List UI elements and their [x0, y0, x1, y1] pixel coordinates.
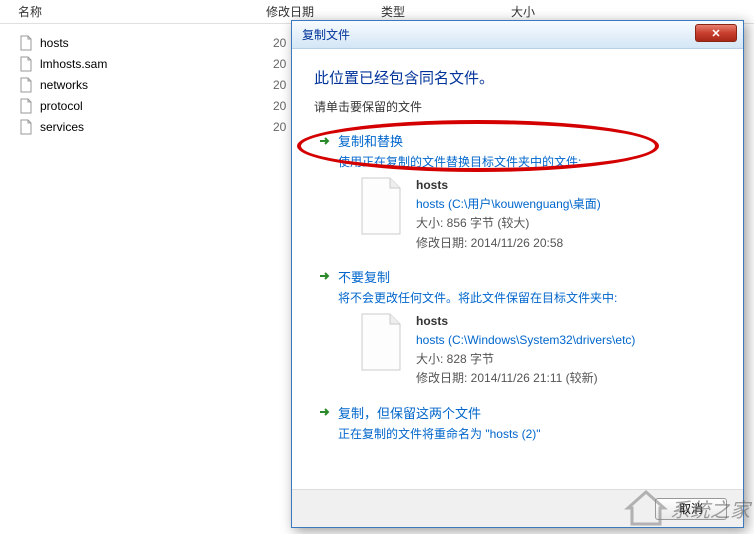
- option-title: 不要复制: [338, 267, 390, 286]
- option-keep-both[interactable]: 复制，但保留这两个文件 正在复制的文件将重命名为 "hosts (2)": [314, 403, 721, 442]
- option-dont-copy[interactable]: 不要复制 将不会更改任何文件。将此文件保留在目标文件夹中: hosts host…: [314, 267, 721, 389]
- option-desc: 将不会更改任何文件。将此文件保留在目标文件夹中:: [338, 289, 721, 306]
- close-button[interactable]: ✕: [695, 24, 737, 42]
- watermark: 系统之家: [624, 488, 750, 528]
- column-date[interactable]: 修改日期: [266, 3, 381, 20]
- dst-path: hosts (C:\Windows\System32\drivers\etc): [416, 331, 635, 350]
- arrow-right-icon: [318, 269, 332, 283]
- file-name: protocol: [40, 99, 83, 113]
- dst-size: 大小: 828 字节: [416, 350, 635, 369]
- arrow-right-icon: [318, 134, 332, 148]
- dialog-body: 此位置已经包含同名文件。 请单击要保留的文件 复制和替换 使用正在复制的文件替换…: [292, 49, 743, 489]
- dst-filename: hosts: [416, 312, 635, 331]
- src-filename: hosts: [416, 176, 601, 195]
- file-name: hosts: [40, 36, 69, 50]
- dialog-subtext: 请单击要保留的文件: [314, 98, 721, 115]
- dialog-titlebar[interactable]: 复制文件 ✕: [292, 21, 743, 49]
- src-path: hosts (C:\用户\kouwenguang\桌面): [416, 195, 601, 214]
- option-desc: 使用正在复制的文件替换目标文件夹中的文件:: [338, 153, 721, 170]
- watermark-text: 系统之家: [670, 494, 750, 523]
- option-copy-replace[interactable]: 复制和替换 使用正在复制的文件替换目标文件夹中的文件: hosts hosts …: [314, 131, 721, 253]
- file-name: networks: [40, 78, 88, 92]
- arrow-right-icon: [318, 405, 332, 419]
- copy-file-dialog: 复制文件 ✕ 此位置已经包含同名文件。 请单击要保留的文件 复制和替换 使用正在…: [291, 20, 744, 528]
- document-icon: [356, 312, 406, 372]
- column-name[interactable]: 名称: [0, 3, 266, 20]
- file-icon: [18, 35, 34, 51]
- file-date: 20: [273, 36, 286, 50]
- file-icon: [18, 56, 34, 72]
- document-icon: [356, 176, 406, 236]
- column-size[interactable]: 大小: [511, 3, 611, 20]
- file-icon: [18, 98, 34, 114]
- file-icon: [18, 77, 34, 93]
- file-icon: [18, 119, 34, 135]
- file-name: lmhosts.sam: [40, 57, 107, 71]
- option-title: 复制，但保留这两个文件: [338, 403, 481, 422]
- house-icon: [624, 488, 668, 528]
- dialog-title: 复制文件: [298, 26, 350, 43]
- file-date: 20: [273, 120, 286, 134]
- src-size: 大小: 856 字节 (较大): [416, 214, 601, 233]
- dst-mdate: 修改日期: 2014/11/26 21:11 (较新): [416, 369, 635, 388]
- file-date: 20: [273, 78, 286, 92]
- option-desc: 正在复制的文件将重命名为 "hosts (2)": [338, 425, 721, 442]
- option-title: 复制和替换: [338, 131, 403, 150]
- file-date: 20: [273, 57, 286, 71]
- close-icon: ✕: [711, 27, 720, 40]
- file-name: services: [40, 120, 84, 134]
- src-mdate: 修改日期: 2014/11/26 20:58: [416, 234, 601, 253]
- dialog-heading: 此位置已经包含同名文件。: [314, 67, 721, 88]
- column-type[interactable]: 类型: [381, 3, 511, 20]
- file-date: 20: [273, 99, 286, 113]
